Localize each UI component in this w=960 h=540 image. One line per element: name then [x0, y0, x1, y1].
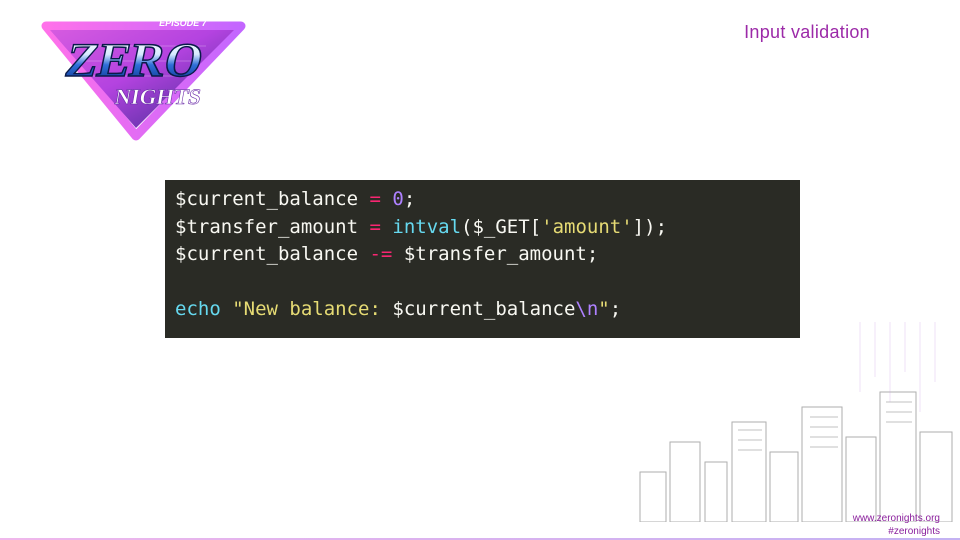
code-token: = [369, 216, 380, 238]
code-token: ( [461, 216, 472, 238]
footer-url: www.zeronights.org [853, 513, 940, 526]
code-token: [ [530, 216, 541, 238]
code-token: $current_balance [392, 298, 575, 320]
code-token: -= [369, 243, 392, 265]
slide-title: Input validation [744, 22, 870, 43]
code-token: "New balance: [232, 298, 392, 320]
footer: www.zeronights.org #zeronights [853, 513, 940, 538]
logo-word-bottom: NIGHTS [113, 84, 203, 109]
code-token: $transfer_amount [175, 216, 358, 238]
logo-episode-text: EPISODE 7 [158, 18, 207, 28]
code-token: $_GET [472, 216, 529, 238]
code-sample: $current_balance = 0; $transfer_amount =… [165, 180, 800, 338]
code-token: 0 [392, 188, 403, 210]
code-token: 'amount' [541, 216, 633, 238]
code-token: ; [656, 216, 667, 238]
code-token: ; [404, 188, 415, 210]
code-token: $current_balance [175, 243, 358, 265]
code-token: = [369, 188, 380, 210]
code-token: $current_balance [175, 188, 358, 210]
footer-hashtag: #zeronights [853, 526, 940, 539]
code-token: ] [633, 216, 644, 238]
code-token: intval [392, 216, 461, 238]
code-token: \n [575, 298, 598, 320]
code-token: $transfer_amount [404, 243, 587, 265]
code-token: ; [610, 298, 621, 320]
code-token: ; [587, 243, 598, 265]
zeronights-logo: EPISODE 7 ZERO NIGHTS [36, 6, 246, 146]
code-token: ) [644, 216, 655, 238]
logo-word-top: ZERO [61, 34, 208, 86]
code-token: echo [175, 298, 221, 320]
skyline-decoration [620, 322, 960, 522]
code-token: " [598, 298, 609, 320]
